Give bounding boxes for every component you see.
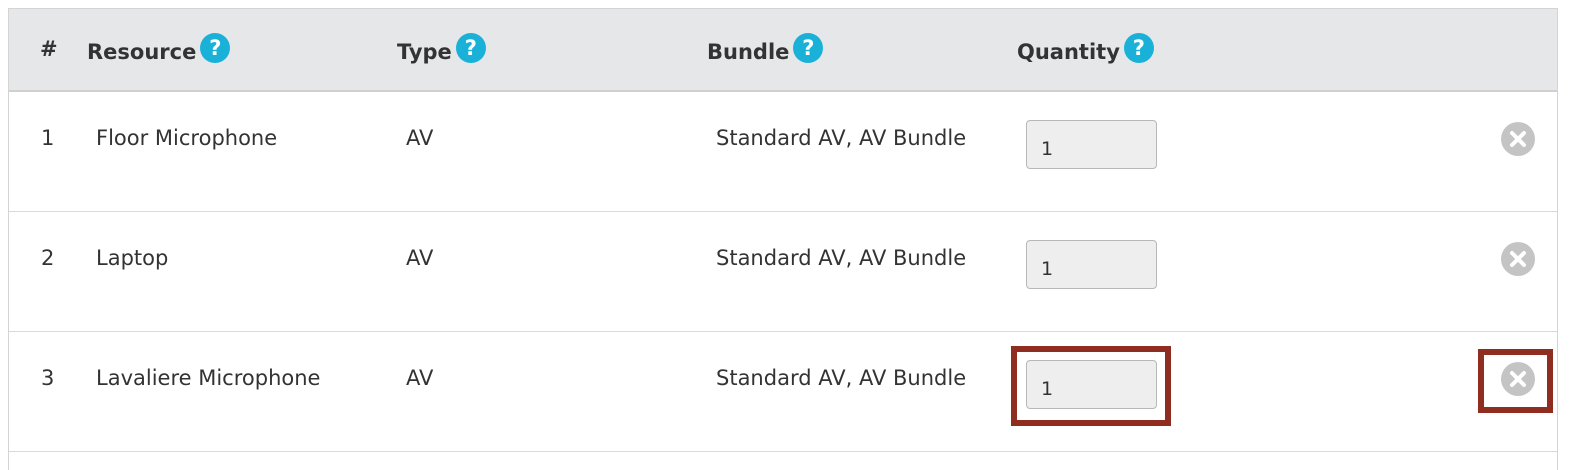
remove-row-button[interactable] [1501,122,1535,156]
quantity-input[interactable] [1026,240,1157,289]
type-help-icon[interactable]: ? [455,33,486,63]
table-header: # Resource ? Type ? Bundle ? Quantity ? [9,8,1557,92]
row-index: 1 [41,126,55,150]
remove-row-button[interactable] [1501,362,1535,396]
row-bundle: Standard AV, AV Bundle [716,246,967,270]
row-resource: Floor Microphone [96,126,278,150]
header-bundle: Bundle ? [707,33,824,67]
row-bundle: Standard AV, AV Bundle [716,366,967,390]
quantity-help-icon[interactable]: ? [1123,33,1154,63]
quantity-input[interactable] [1026,120,1157,169]
header-resource: Resource ? [87,33,231,67]
row-index: 2 [41,246,55,270]
header-bundle-label: Bundle [707,40,790,64]
header-type: Type ? [397,33,486,67]
resources-table: # Resource ? Type ? Bundle ? Quantity ? … [8,8,1558,470]
row-resource: Lavaliere Microphone [96,366,321,390]
row-type: AV [406,366,434,390]
header-quantity: Quantity ? [1017,33,1154,67]
remove-row-button[interactable] [1501,242,1535,276]
header-index-label: # [40,37,58,61]
table-row: 2 Laptop AV Standard AV, AV Bundle [9,212,1557,332]
header-index: # [40,37,58,61]
row-type: AV [406,246,434,270]
header-type-label: Type [397,40,452,64]
row-bundle: Standard AV, AV Bundle [716,126,967,150]
close-icon [1510,251,1526,267]
quantity-input[interactable] [1026,360,1157,409]
table-row: 3 Lavaliere Microphone AV Standard AV, A… [9,332,1557,452]
row-resource: Laptop [96,246,169,270]
bundle-help-icon[interactable]: ? [793,33,824,63]
table-row: 1 Floor Microphone AV Standard AV, AV Bu… [9,92,1557,212]
close-icon [1510,131,1526,147]
close-icon [1510,371,1526,387]
header-quantity-label: Quantity [1017,40,1120,64]
row-index: 3 [41,366,55,390]
row-type: AV [406,126,434,150]
header-resource-label: Resource [87,40,197,64]
resource-help-icon[interactable]: ? [200,33,231,63]
